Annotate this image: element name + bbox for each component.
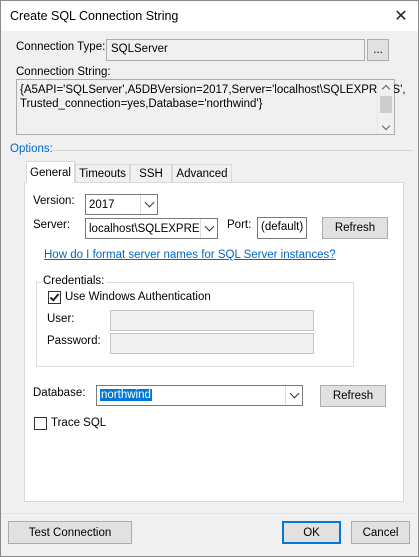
database-label: Database: bbox=[33, 387, 86, 399]
version-label: Version: bbox=[33, 195, 75, 207]
connection-string-scrollbar[interactable] bbox=[377, 80, 394, 134]
server-select[interactable]: localhost\SQLEXPRESS bbox=[85, 218, 218, 239]
close-button[interactable]: ✕ bbox=[384, 1, 418, 31]
test-connection-button[interactable]: Test Connection bbox=[8, 521, 132, 544]
user-label: User: bbox=[47, 313, 75, 325]
connection-type-label: Connection Type: bbox=[16, 41, 106, 53]
options-legend: Options: bbox=[10, 143, 53, 155]
connection-type-value: SQLServer bbox=[111, 43, 168, 55]
tab-advanced[interactable]: Advanced bbox=[172, 164, 232, 183]
connection-string-text: {A5API='SQLServer',A5DBVersion=2017,Serv… bbox=[20, 83, 406, 111]
port-label: Port: bbox=[227, 219, 252, 231]
tab-general-label: General bbox=[30, 166, 71, 179]
tab-ssh[interactable]: SSH bbox=[130, 164, 172, 183]
user-input[interactable] bbox=[110, 310, 314, 331]
database-refresh-button[interactable]: Refresh bbox=[320, 385, 386, 407]
chevron-down-icon bbox=[289, 388, 299, 399]
tab-timeouts-label: Timeouts bbox=[79, 168, 126, 180]
connection-string-line-1: {A5API='SQLServer',A5DBVersion=2017,Serv… bbox=[20, 84, 406, 96]
close-icon: ✕ bbox=[394, 8, 408, 25]
tab-general[interactable]: General bbox=[26, 161, 75, 183]
database-refresh-label: Refresh bbox=[332, 390, 374, 402]
cancel-label: Cancel bbox=[362, 526, 399, 539]
chevron-up-icon bbox=[381, 84, 391, 93]
chevron-down-icon bbox=[144, 197, 154, 208]
checkmark-icon bbox=[49, 291, 60, 302]
tab-ssh-label: SSH bbox=[139, 168, 163, 180]
connection-string-line-2: Trusted_connection=yes,Database='northwi… bbox=[20, 98, 263, 110]
ok-button[interactable]: OK bbox=[282, 521, 341, 544]
server-value: localhost\SQLEXPRESS bbox=[89, 223, 215, 235]
connection-string-label: Connection String: bbox=[16, 66, 111, 78]
window-title: Create SQL Connection String bbox=[10, 9, 179, 23]
chevron-down-icon bbox=[204, 221, 214, 232]
connection-string-box[interactable]: {A5API='SQLServer',A5DBVersion=2017,Serv… bbox=[16, 79, 406, 135]
tab-advanced-label: Advanced bbox=[176, 168, 228, 180]
scroll-thumb[interactable] bbox=[380, 96, 392, 113]
port-value: (default) bbox=[261, 221, 304, 233]
browse-button-label: ... bbox=[373, 44, 383, 56]
trace-sql-label[interactable]: Trace SQL bbox=[51, 417, 106, 429]
title-bar: Create SQL Connection String ✕ bbox=[1, 1, 418, 31]
create-sql-connection-dialog: Create SQL Connection String ✕ Connectio… bbox=[0, 0, 419, 557]
test-connection-label: Test Connection bbox=[28, 526, 112, 539]
server-label: Server: bbox=[33, 219, 71, 231]
options-divider bbox=[53, 150, 413, 151]
database-value-text: northwind bbox=[100, 389, 152, 401]
database-value: northwind bbox=[100, 389, 152, 401]
ok-label: OK bbox=[303, 526, 320, 539]
trace-sql-checkbox[interactable] bbox=[34, 417, 47, 430]
connection-type-browse-button[interactable]: ... bbox=[367, 39, 389, 61]
cancel-button[interactable]: Cancel bbox=[351, 521, 410, 544]
scroll-down-button[interactable] bbox=[378, 120, 394, 134]
server-refresh-button[interactable]: Refresh bbox=[322, 217, 388, 239]
server-dropdown-button[interactable] bbox=[200, 219, 217, 238]
windows-auth-label[interactable]: Use Windows Authentication bbox=[65, 291, 211, 303]
version-select[interactable]: 2017 bbox=[85, 194, 158, 215]
tab-timeouts[interactable]: Timeouts bbox=[75, 164, 130, 183]
version-dropdown-button[interactable] bbox=[140, 195, 157, 214]
connection-type-field: SQLServer bbox=[106, 39, 365, 61]
chevron-down-icon bbox=[381, 121, 391, 130]
scroll-up-button[interactable] bbox=[378, 80, 394, 94]
footer-divider bbox=[1, 513, 418, 514]
database-dropdown-button[interactable] bbox=[285, 386, 302, 405]
credentials-legend: Credentials: bbox=[41, 275, 107, 287]
database-select[interactable]: northwind bbox=[96, 385, 303, 406]
port-input[interactable]: (default) bbox=[257, 217, 307, 239]
password-label: Password: bbox=[47, 335, 101, 347]
windows-auth-checkbox[interactable] bbox=[48, 291, 61, 304]
password-input[interactable] bbox=[110, 333, 314, 354]
refresh-button-label: Refresh bbox=[334, 222, 376, 234]
server-format-help-link[interactable]: How do I format server names for SQL Ser… bbox=[44, 249, 336, 261]
version-value: 2017 bbox=[89, 199, 115, 211]
